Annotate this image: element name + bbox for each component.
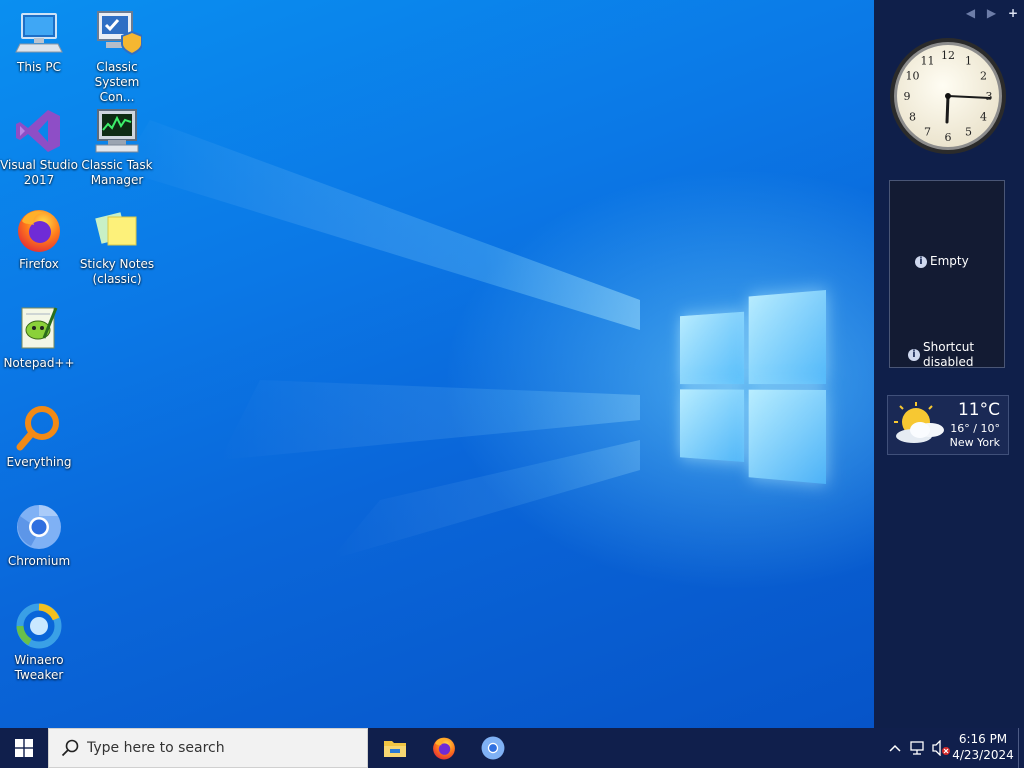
desktop-icon-label: Firefox — [19, 257, 59, 271]
windows-start-icon — [15, 739, 33, 757]
clock-numeral: 5 — [965, 126, 972, 139]
info-icon: i — [908, 349, 920, 361]
desktop-icon-classic-system-control[interactable]: Classic System Con... — [78, 8, 156, 105]
weather-city: New York — [949, 436, 1000, 449]
clock-numeral: 10 — [906, 70, 920, 83]
minute-hand — [945, 94, 950, 124]
taskbar-file-explorer[interactable] — [371, 728, 419, 768]
sidebar-next-button[interactable]: ▶ — [987, 6, 996, 20]
start-button[interactable] — [0, 728, 48, 768]
taskbar-clock[interactable]: 6:16 PM 4/23/2024 — [950, 728, 1016, 768]
notepadpp-icon — [21, 307, 58, 349]
volume-tray-button[interactable] — [930, 728, 952, 768]
desktop-icon-this-pc[interactable]: This PC — [0, 8, 78, 75]
task-manager-icon — [95, 109, 139, 153]
show-desktop-button[interactable] — [1018, 728, 1024, 768]
desktop-icon-label: Notepad++ — [3, 356, 75, 370]
desktop-icon-visual-studio[interactable]: Visual Studio 2017 — [0, 106, 78, 188]
desktop-icon-label: Sticky Notes (classic) — [79, 257, 155, 286]
winaero-tweaker-icon — [16, 603, 62, 649]
chromium-icon — [481, 736, 505, 760]
weather-temperature: 11°C — [957, 400, 1000, 420]
taskbar-time: 6:16 PM — [958, 732, 1008, 746]
visual-studio-icon — [16, 110, 60, 152]
desktop-icon-winaero-tweaker[interactable]: Winaero Tweaker — [0, 601, 78, 683]
sidebar-prev-button[interactable]: ◀ — [966, 6, 975, 20]
clock-numeral: 6 — [945, 131, 952, 144]
taskbar: 6:16 PM 4/23/2024 — [0, 728, 1024, 768]
file-explorer-icon — [384, 741, 406, 757]
clock-numeral: 8 — [909, 111, 916, 124]
desktop-icon-classic-task-manager[interactable]: Classic Task Manager — [78, 106, 156, 188]
clock-numeral: 9 — [904, 90, 911, 103]
add-gadget-button[interactable]: + — [1008, 6, 1018, 20]
firefox-icon — [433, 737, 455, 760]
info-icon: i — [915, 255, 927, 268]
desktop-icon-chromium[interactable]: Chromium — [0, 502, 78, 569]
clock-numeral: 2 — [980, 70, 987, 83]
sidebar-nav: ◀ ▶ + — [958, 6, 1018, 20]
this-pc-icon — [15, 13, 63, 53]
search-icon — [61, 739, 79, 757]
chromium-icon — [17, 505, 61, 549]
clock-gadget[interactable]: 12 12 3 456 78 9 1011 — [888, 36, 1008, 156]
clock-numeral: 3 — [986, 90, 993, 103]
desktop-icon-sticky-notes[interactable]: Sticky Notes (classic) — [78, 205, 156, 287]
desktop-icon-label: This PC — [17, 60, 61, 74]
desktop-icon-label: Classic Task Manager — [81, 158, 153, 187]
shortcut-label: Shortcut — [923, 340, 975, 354]
taskbar-date: 4/23/2024 — [952, 748, 1014, 762]
sticky-notes-icon — [95, 212, 137, 246]
weather-gadget[interactable]: 11°C 16° / 10° New York — [887, 395, 1009, 455]
network-icon — [910, 741, 924, 755]
clock-numeral: 1 — [965, 55, 972, 68]
desktop-icon-label: Chromium — [7, 554, 71, 568]
clock-numeral: 4 — [980, 111, 987, 124]
control-panel-icon — [97, 11, 142, 56]
disabled-label: disabled — [923, 355, 974, 369]
clock-numeral: 7 — [924, 126, 931, 139]
desktop-icon-everything[interactable]: Everything — [0, 403, 78, 470]
slideshow-empty: i Empty — [915, 254, 969, 268]
desktop-icon-label: Everything — [6, 455, 72, 469]
desktop-icon-label: Winaero Tweaker — [14, 653, 64, 682]
clock-numeral: 11 — [921, 55, 935, 68]
weather-range: 16° / 10° — [950, 422, 1000, 435]
clock-numeral: 12 — [941, 49, 955, 62]
windows-logo-wallpaper — [679, 290, 826, 484]
firefox-icon — [18, 210, 60, 252]
desktop-icon-notepadpp[interactable]: Notepad++ — [0, 304, 78, 371]
network-tray-button[interactable] — [906, 728, 930, 768]
desktop-icon-label: Visual Studio 2017 — [0, 158, 78, 187]
search-input[interactable] — [87, 740, 347, 756]
empty-label: Empty — [930, 254, 969, 268]
chevron-up-icon — [889, 744, 901, 752]
taskbar-firefox[interactable] — [420, 728, 468, 768]
everything-icon — [16, 406, 59, 451]
partly-cloudy-icon — [894, 402, 944, 443]
slideshow-shortcut-disabled: i Shortcut disabled — [908, 340, 974, 370]
taskbar-search-box[interactable] — [48, 728, 368, 768]
show-hidden-icons-button[interactable] — [884, 728, 906, 768]
desktop-icon-firefox[interactable]: Firefox — [0, 205, 78, 272]
desktop-icon-label: Classic System Con... — [94, 60, 140, 104]
taskbar-chromium[interactable] — [469, 728, 517, 768]
slideshow-gadget[interactable]: i Empty i Shortcut disabled — [889, 180, 1005, 370]
volume-muted-icon — [932, 740, 950, 756]
